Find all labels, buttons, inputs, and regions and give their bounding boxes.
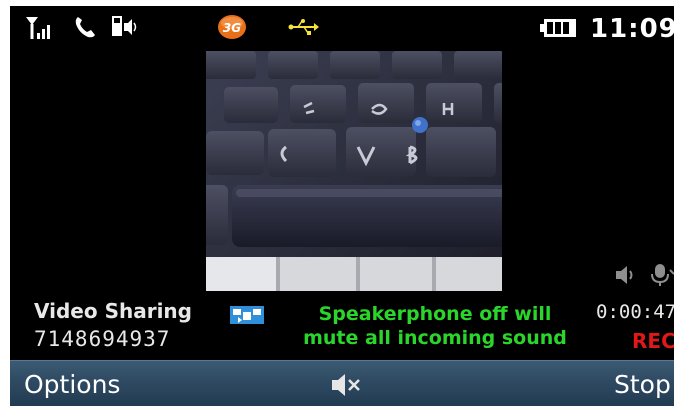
phone-number: 7148694937 bbox=[34, 327, 171, 351]
phone-screen: 3G 11:09 Video Sharing 7148694937 Speake… bbox=[10, 6, 674, 406]
speakerphone-notice: Speakerphone off will mute all incoming … bbox=[290, 302, 580, 350]
3g-icon: 3G bbox=[216, 12, 248, 46]
notice-line-1: Speakerphone off will bbox=[318, 303, 552, 325]
status-clock: 11:09 bbox=[590, 14, 674, 44]
speaker-icon bbox=[110, 14, 140, 44]
call-timer: 0:00:47 bbox=[596, 301, 674, 323]
battery-icon bbox=[540, 18, 578, 42]
options-button[interactable]: Options bbox=[24, 370, 120, 399]
softkey-bar: Options Stop bbox=[10, 360, 674, 406]
microphone-icon[interactable] bbox=[650, 262, 674, 292]
call-type-label: Video Sharing bbox=[34, 299, 192, 323]
status-bar: 3G 11:09 bbox=[10, 6, 674, 50]
notice-line-2: mute all incoming sound bbox=[303, 327, 567, 349]
recording-indicator: REC bbox=[632, 329, 674, 353]
call-icon bbox=[72, 14, 98, 44]
video-share-icon bbox=[230, 306, 264, 328]
signal-icon bbox=[24, 16, 54, 44]
3g-badge-label: 3G bbox=[223, 21, 241, 35]
stop-button[interactable]: Stop bbox=[614, 370, 671, 399]
video-feed[interactable] bbox=[206, 51, 502, 291]
mute-speaker-icon[interactable] bbox=[330, 372, 362, 402]
volume-icon[interactable] bbox=[614, 264, 640, 290]
usb-icon bbox=[288, 18, 320, 40]
